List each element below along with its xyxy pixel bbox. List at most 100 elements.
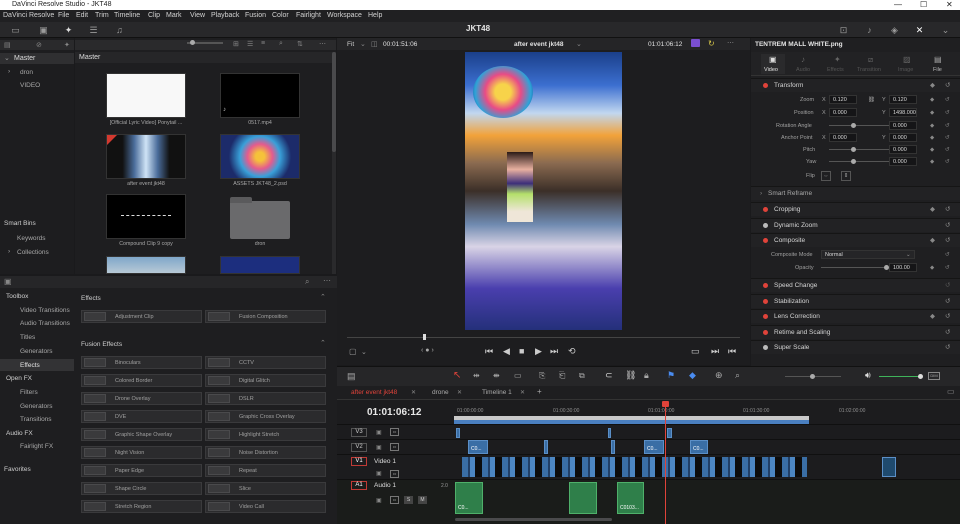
clip-thumbnail[interactable] [106, 194, 186, 239]
reset-icon[interactable]: ↺ [945, 219, 950, 233]
opacity-field[interactable]: 100.00 [889, 263, 917, 272]
audio-clip[interactable]: C0103... [617, 482, 644, 514]
effect-dve[interactable]: DVE [81, 410, 202, 423]
sort-icon[interactable]: ⇅ [297, 40, 303, 48]
panel-toggle-icon[interactable]: ▣ [4, 277, 12, 286]
keyframes-icon[interactable]: ◈ [889, 25, 900, 35]
effect-graphic-shape-overlay[interactable]: Graphic Shape Overlay [81, 428, 202, 441]
effect-dslr[interactable]: DSLR [205, 392, 326, 405]
clip-thumbnail[interactable] [106, 73, 186, 118]
fit-dropdown[interactable]: Fit [347, 41, 354, 48]
reset-icon[interactable]: ↺ [945, 234, 950, 248]
marker-icon[interactable]: ◆ [689, 370, 696, 381]
effects-library-icon[interactable]: ✦ [63, 25, 74, 35]
tree-video-transitions[interactable]: Video Transitions [20, 307, 70, 314]
flip-horizontal-icon[interactable]: ⇔ [821, 171, 831, 181]
track-enable-icon[interactable]: ▭ [390, 496, 399, 504]
tab-timeline-after-event[interactable]: after event jkt48 [351, 389, 397, 396]
timeline-view-options-icon[interactable]: ▭ [947, 387, 955, 396]
section-speed-change[interactable]: Speed Change ↺ [751, 278, 960, 292]
effect-adjustment-clip[interactable]: Adjustment Clip [81, 310, 202, 323]
reset-icon[interactable]: ↺ [945, 262, 950, 274]
lock-icon[interactable]: ▣ [376, 470, 382, 477]
folder-icon[interactable] [230, 197, 290, 239]
effect-night-vision[interactable]: Night Vision [81, 446, 202, 459]
keyframe-icon[interactable]: ◆ [930, 79, 935, 93]
metadata-view-icon[interactable]: ≡ [261, 40, 265, 47]
list-view-icon[interactable]: ☰ [247, 40, 253, 48]
reset-icon[interactable]: ↺ [945, 94, 950, 106]
effect-cctv[interactable]: CCTV [205, 356, 326, 369]
track-id-v1[interactable]: V1 [351, 457, 367, 466]
track-id-a1[interactable]: A1 [351, 481, 367, 490]
metadata-icon[interactable]: ♪ [864, 25, 875, 35]
flag-icon[interactable]: ⚑ [667, 370, 675, 381]
effect-digital-glitch[interactable]: Digital Glitch [205, 374, 326, 387]
search-icon[interactable]: ⌕ [279, 40, 283, 48]
bin-master[interactable]: ⌄ Master [0, 53, 74, 64]
audio-clip[interactable] [569, 482, 597, 514]
viewer-canvas[interactable] [337, 50, 750, 339]
chevron-down-icon[interactable]: ⌄ [360, 40, 366, 48]
zoom-icon[interactable]: ⊕ [715, 370, 723, 381]
timeline-clip[interactable] [882, 457, 896, 477]
section-lens-correction[interactable]: Lens Correction ◆ ↺ [751, 309, 960, 323]
menu-color[interactable]: Color [272, 10, 289, 22]
play-reverse-icon[interactable]: ◀ [503, 346, 510, 357]
skip-start-icon[interactable]: ⏮ [485, 346, 493, 357]
effect-repeat[interactable]: Repeat [205, 464, 326, 477]
anchor-x-field[interactable]: 0.000 [829, 133, 857, 142]
video-clip-strip[interactable] [462, 457, 807, 477]
effect-binoculars[interactable]: Binoculars [81, 356, 202, 369]
inspector-icon[interactable]: ✕ [914, 25, 925, 35]
section-super-scale[interactable]: Super Scale ↺ [751, 340, 960, 354]
dynamic-trim-icon[interactable]: ⇼ [493, 371, 500, 380]
sync-icon[interactable]: ↻ [708, 39, 715, 48]
section-smart-reframe[interactable]: › Smart Reframe [751, 186, 960, 200]
enable-toggle[interactable] [763, 299, 768, 304]
color-tag-icon[interactable] [691, 39, 700, 47]
jog-bar[interactable] [347, 337, 740, 338]
yaw-slider[interactable] [829, 161, 889, 162]
tree-titles[interactable]: Titles [20, 334, 35, 341]
play-icon[interactable]: ▶ [535, 346, 542, 357]
grid-view-icon[interactable]: ⊞ [233, 40, 239, 48]
section-retime-scaling[interactable]: Retime and Scaling ↺ [751, 325, 960, 339]
reset-icon[interactable]: ↺ [945, 295, 950, 309]
media-icon[interactable]: ▣ [38, 25, 49, 35]
track-enable-icon[interactable]: ▭ [390, 470, 399, 478]
timeline-ruler[interactable] [454, 400, 960, 424]
section-composite[interactable]: Composite ◆ ↺ [751, 233, 960, 247]
reset-icon[interactable]: ↺ [945, 203, 950, 217]
menu-help[interactable]: Help [368, 10, 382, 22]
keyframe-icon[interactable]: ◆ [930, 310, 935, 324]
track-id-v3[interactable]: V3 [351, 428, 367, 437]
reset-icon[interactable]: ↺ [945, 107, 950, 119]
source-monitor-icon[interactable]: ◫ [371, 40, 378, 48]
effect-video-call[interactable]: Video Call [205, 500, 326, 513]
slider-handle[interactable] [851, 147, 856, 152]
track-id-v2[interactable]: V2 [351, 443, 367, 452]
slider-handle[interactable] [851, 159, 856, 164]
close-icon[interactable]: ✕ [411, 389, 416, 396]
effect-paper-edge[interactable]: Paper Edge [81, 464, 202, 477]
chevron-down-icon[interactable]: ⌄ [906, 249, 911, 261]
tab-timeline-1[interactable]: Timeline 1 [482, 389, 512, 396]
menu-workspace[interactable]: Workspace [327, 10, 362, 22]
mute-button[interactable]: M [418, 496, 427, 504]
next-frame-icon[interactable]: ⏭ [711, 346, 719, 357]
tab-timeline-drone[interactable]: drone [432, 389, 449, 396]
menu-davinci[interactable]: DaVinci Resolve [3, 10, 54, 22]
tab-audio[interactable]: ♪ Audio [793, 54, 817, 74]
slider-handle[interactable] [810, 374, 815, 379]
section-dynamic-zoom[interactable]: Dynamic Zoom ↺ [751, 218, 960, 232]
replace-clip-icon[interactable]: ⧉ [579, 371, 585, 381]
effect-graphic-cross-overlay[interactable]: Graphic Cross Overlay [205, 410, 326, 423]
insert-clip-icon[interactable]: ⎘ [539, 371, 545, 381]
stop-icon[interactable]: ■ [519, 346, 524, 356]
enable-toggle[interactable] [763, 83, 768, 88]
menu-playback[interactable]: Playback [211, 10, 239, 22]
skip-end-icon[interactable]: ⏭ [550, 346, 558, 357]
match-frame-icon[interactable]: ▭ [691, 346, 700, 357]
effect-slice[interactable]: Slice [205, 482, 326, 495]
